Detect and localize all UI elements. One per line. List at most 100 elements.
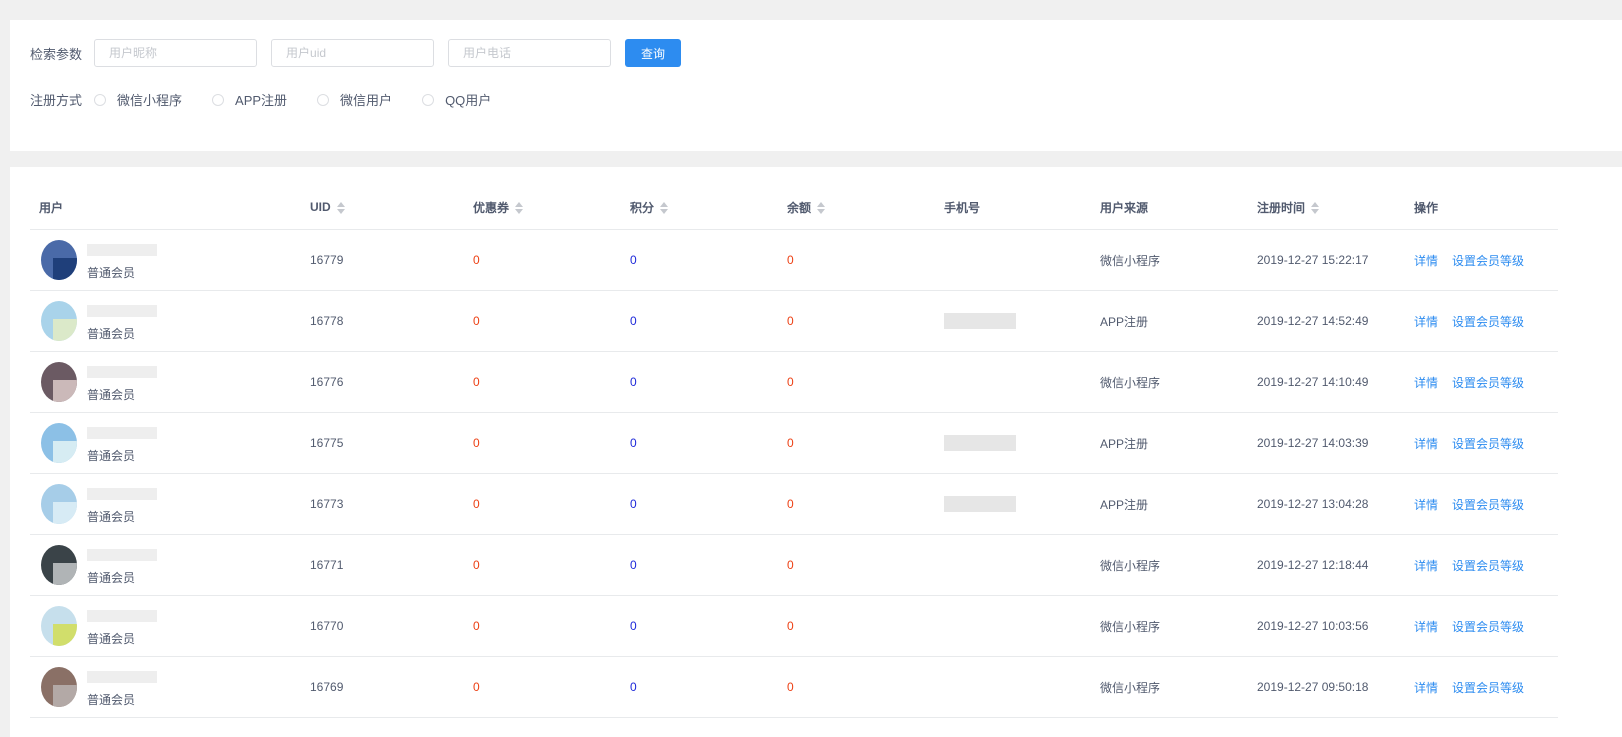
set-level-link[interactable]: 设置会员等级: [1452, 437, 1524, 451]
col-reg-time[interactable]: 注册时间: [1248, 185, 1405, 230]
detail-link[interactable]: 详情: [1414, 437, 1438, 451]
sort-icon[interactable]: [1311, 202, 1320, 215]
detail-link[interactable]: 详情: [1414, 498, 1438, 512]
cell-actions: 详情 设置会员等级: [1405, 595, 1558, 657]
col-balance[interactable]: 余额: [778, 185, 935, 230]
cell-points: 0: [621, 595, 778, 657]
cell-coupon: 0: [464, 290, 621, 352]
col-uid[interactable]: UID: [301, 185, 464, 230]
cell-balance: 0: [778, 595, 935, 657]
cell-points: 0: [621, 534, 778, 596]
member-level: 普通会员: [87, 388, 136, 402]
sort-icon[interactable]: [660, 202, 669, 215]
cell-user: 普通会员: [30, 290, 301, 352]
sort-icon[interactable]: [515, 202, 524, 215]
set-level-link[interactable]: 设置会员等级: [1452, 315, 1524, 329]
blurred-nickname: [87, 305, 157, 317]
cell-reg-time: 2019-12-27 14:52:49: [1248, 290, 1405, 352]
cell-phone: [935, 656, 1091, 718]
col-coupon[interactable]: 优惠券: [464, 185, 621, 230]
table-row: 普通会员 16773 0 0 0 APP注册 2019-12-27 13:04:…: [30, 473, 1558, 535]
avatar: [41, 606, 77, 646]
query-button[interactable]: 查询: [625, 39, 682, 67]
cell-actions: 详情 设置会员等级: [1405, 656, 1558, 718]
blurred-nickname: [87, 488, 157, 500]
cell-user: 普通会员: [30, 351, 301, 413]
cell-points: 0: [621, 656, 778, 718]
radio-app-register[interactable]: APP注册: [212, 90, 287, 109]
set-level-link[interactable]: 设置会员等级: [1452, 559, 1524, 573]
set-level-link[interactable]: 设置会员等级: [1452, 681, 1524, 695]
phone-input[interactable]: [448, 39, 612, 67]
detail-link[interactable]: 详情: [1414, 254, 1438, 268]
cell-source: 微信小程序: [1091, 595, 1248, 657]
cell-reg-time: 2019-12-27 10:03:56: [1248, 595, 1405, 657]
set-level-link[interactable]: 设置会员等级: [1452, 620, 1524, 634]
cell-actions: 详情 设置会员等级: [1405, 473, 1558, 535]
cell-uid: 16771: [301, 534, 464, 596]
cell-phone: [935, 473, 1091, 535]
set-level-link[interactable]: 设置会员等级: [1452, 376, 1524, 390]
detail-link[interactable]: 详情: [1414, 376, 1438, 390]
detail-link[interactable]: 详情: [1414, 620, 1438, 634]
cell-balance: 0: [778, 351, 935, 413]
reg-method-row: 注册方式 微信小程序 APP注册 微信用户 QQ用户: [30, 90, 521, 109]
radio-circle-icon[interactable]: [94, 93, 107, 106]
radio-wechat-miniprogram[interactable]: 微信小程序: [94, 90, 182, 109]
set-level-link[interactable]: 设置会员等级: [1452, 254, 1524, 268]
table-row: 普通会员 16769 0 0 0 微信小程序 2019-12-27 09:50:…: [30, 656, 1558, 718]
cell-points: 0: [621, 290, 778, 352]
col-points[interactable]: 积分: [621, 185, 778, 230]
sort-icon[interactable]: [817, 202, 826, 215]
cell-coupon: 0: [464, 351, 621, 413]
blurred-nickname: [87, 610, 157, 622]
detail-link[interactable]: 详情: [1414, 315, 1438, 329]
cell-actions: 详情 设置会员等级: [1405, 534, 1558, 596]
member-level: 普通会员: [87, 571, 136, 585]
cell-source: APP注册: [1091, 473, 1248, 535]
avatar: [41, 545, 77, 585]
avatar: [41, 667, 77, 707]
blurred-phone: [944, 496, 1016, 512]
cell-balance: 0: [778, 656, 935, 718]
cell-reg-time: 2019-12-27 13:04:28: [1248, 473, 1405, 535]
cell-reg-time: 2019-12-27 09:50:18: [1248, 656, 1405, 718]
table-row: 普通会员 16779 0 0 0 微信小程序 2019-12-27 15:22:…: [30, 229, 1558, 291]
cell-source: 微信小程序: [1091, 656, 1248, 718]
cell-actions: 详情 设置会员等级: [1405, 351, 1558, 413]
table-row: 普通会员 16778 0 0 0 APP注册 2019-12-27 14:52:…: [30, 290, 1558, 352]
radio-wechat-user[interactable]: 微信用户: [317, 90, 392, 109]
detail-link[interactable]: 详情: [1414, 559, 1438, 573]
cell-uid: 16775: [301, 412, 464, 474]
radio-qq-user[interactable]: QQ用户: [422, 90, 491, 109]
set-level-link[interactable]: 设置会员等级: [1452, 498, 1524, 512]
cell-phone: [935, 290, 1091, 352]
cell-coupon: 0: [464, 595, 621, 657]
cell-reg-time: 2019-12-27 12:18:44: [1248, 534, 1405, 596]
cell-source: APP注册: [1091, 290, 1248, 352]
cell-user: 普通会员: [30, 473, 301, 535]
detail-link[interactable]: 详情: [1414, 681, 1438, 695]
cell-actions: 详情 设置会员等级: [1405, 290, 1558, 352]
radio-circle-icon[interactable]: [317, 93, 330, 106]
cell-coupon: 0: [464, 656, 621, 718]
radio-label: 微信小程序: [117, 93, 183, 108]
cell-source: 微信小程序: [1091, 534, 1248, 596]
radio-label: QQ用户: [445, 93, 492, 108]
member-level: 普通会员: [87, 266, 136, 280]
cell-source: 微信小程序: [1091, 229, 1248, 291]
avatar: [41, 362, 77, 402]
cell-actions: 详情 设置会员等级: [1405, 229, 1558, 291]
radio-circle-icon[interactable]: [422, 93, 435, 106]
member-level: 普通会员: [87, 510, 136, 524]
cell-points: 0: [621, 473, 778, 535]
radio-circle-icon[interactable]: [212, 93, 225, 106]
cell-coupon: 0: [464, 473, 621, 535]
nickname-input[interactable]: [94, 39, 258, 67]
cell-actions: 详情 设置会员等级: [1405, 412, 1558, 474]
uid-input[interactable]: [271, 39, 435, 67]
sort-icon[interactable]: [336, 201, 345, 214]
cell-uid: 16770: [301, 595, 464, 657]
avatar: [41, 240, 77, 280]
cell-balance: 0: [778, 229, 935, 291]
